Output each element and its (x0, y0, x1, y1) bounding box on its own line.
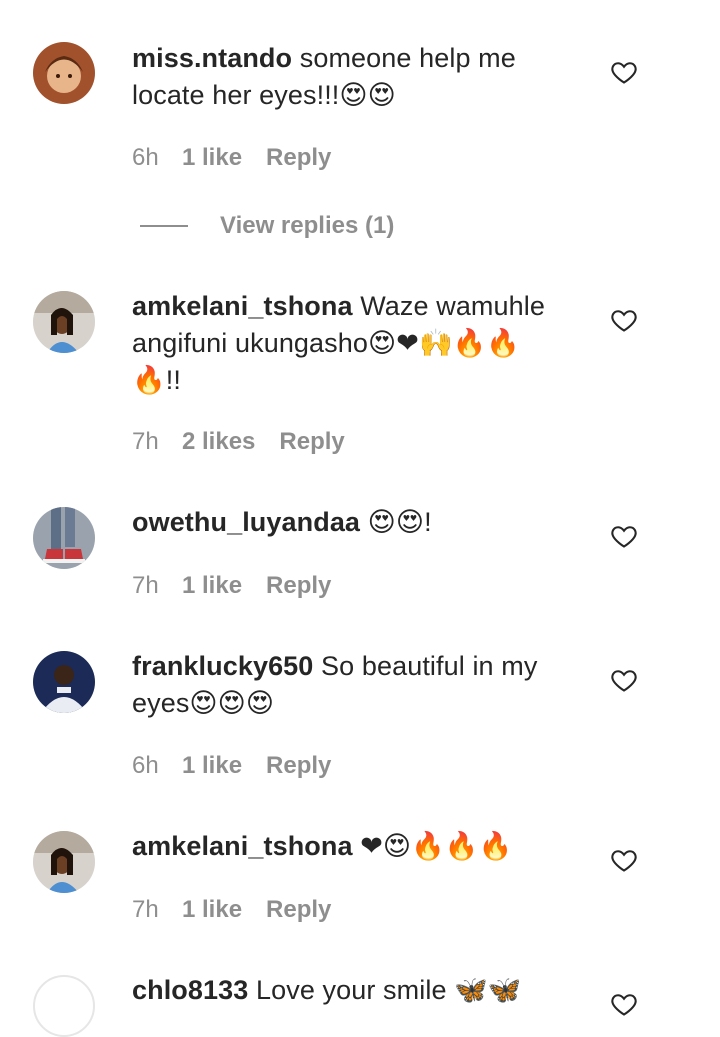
avatar[interactable] (33, 975, 95, 1037)
timestamp: 7h (132, 572, 159, 599)
comment-body: Love your smile 🦋🦋 (255, 975, 522, 1005)
like-count[interactable]: 1 like (182, 896, 242, 924)
comment-text: amkelani_tshona Waze wamuhle angifuni uk… (132, 288, 562, 399)
comment-text: owethu_luyandaa 😍😍! (132, 504, 562, 541)
comment-text: miss.ntando someone help me locate her e… (132, 40, 562, 114)
avatar[interactable] (33, 291, 95, 353)
comment-meta: 7h 1 like Reply (132, 896, 331, 924)
comment-text: chlo8133 Love your smile 🦋🦋 (132, 972, 562, 1009)
like-count[interactable]: 2 likes (182, 428, 255, 456)
heart-outline-icon[interactable] (610, 58, 638, 86)
heart-outline-icon[interactable] (610, 666, 638, 694)
avatar[interactable] (33, 651, 95, 713)
heart-outline-icon[interactable] (610, 990, 638, 1018)
timestamp: 6h (132, 752, 159, 779)
comment-text: amkelani_tshona ❤😍🔥🔥🔥 (132, 828, 562, 865)
username[interactable]: amkelani_tshona (132, 831, 353, 861)
comment-text: franklucky650 So beautiful in my eyes😍😍😍 (132, 648, 562, 722)
timestamp: 6h (132, 144, 159, 171)
replies-divider (140, 225, 188, 227)
heart-outline-icon[interactable] (610, 522, 638, 550)
heart-outline-icon[interactable] (610, 846, 638, 874)
view-replies-button[interactable]: View replies (1) (140, 212, 394, 240)
username[interactable]: amkelani_tshona (132, 291, 353, 321)
heart-outline-icon[interactable] (610, 306, 638, 334)
comment-meta: 6h 1 like Reply (132, 752, 331, 780)
username[interactable]: miss.ntando (132, 43, 292, 73)
username[interactable]: owethu_luyandaa (132, 507, 360, 537)
reply-button[interactable]: Reply (266, 896, 331, 924)
avatar[interactable] (33, 42, 95, 104)
view-replies-label: View replies (1) (220, 212, 395, 239)
comment-meta: 7h 2 likes Reply (132, 428, 345, 456)
reply-button[interactable]: Reply (266, 752, 331, 780)
like-count[interactable]: 1 like (182, 572, 242, 600)
avatar[interactable] (33, 831, 95, 893)
comment-meta: 7h 1 like Reply (132, 572, 331, 600)
like-count[interactable]: 1 like (182, 144, 242, 172)
reply-button[interactable]: Reply (266, 572, 331, 600)
username[interactable]: chlo8133 (132, 975, 248, 1005)
avatar[interactable] (33, 507, 95, 569)
timestamp: 7h (132, 896, 159, 923)
comment-meta: 6h 1 like Reply (132, 144, 331, 172)
comment-body: ❤😍🔥🔥🔥 (360, 831, 513, 861)
reply-button[interactable]: Reply (266, 144, 331, 172)
reply-button[interactable]: Reply (279, 428, 344, 456)
like-count[interactable]: 1 like (182, 752, 242, 780)
username[interactable]: franklucky650 (132, 651, 313, 681)
comment-body: 😍😍! (367, 507, 432, 537)
timestamp: 7h (132, 428, 159, 455)
